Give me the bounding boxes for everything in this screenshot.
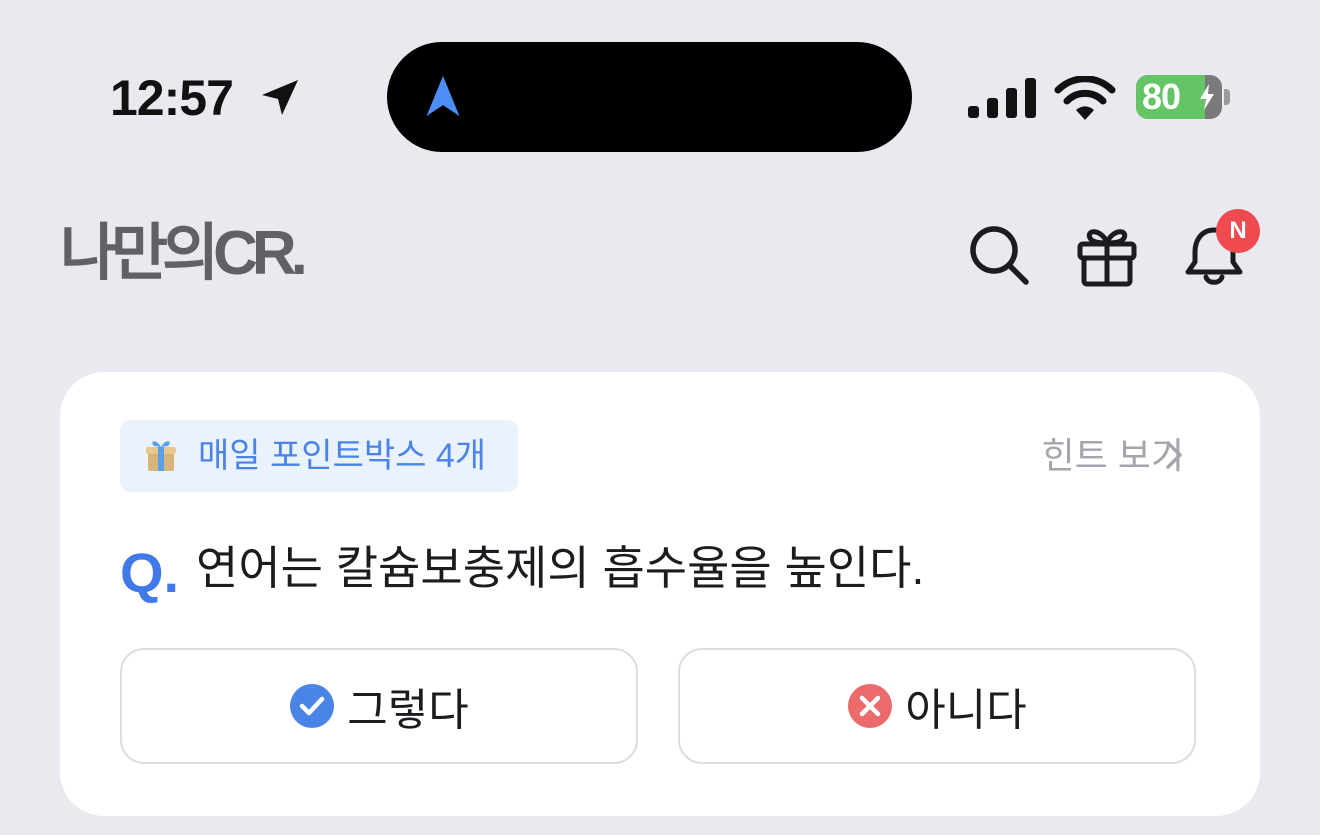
charging-bolt-icon	[1200, 84, 1214, 110]
check-circle-icon	[290, 684, 335, 728]
battery-level-text: 80	[1142, 76, 1181, 117]
answer-yes-label: 그렇다	[347, 686, 469, 735]
answer-no-label: 아니다	[905, 686, 1027, 735]
cellular-signal-icon	[968, 78, 1036, 118]
gift-icon[interactable]	[1074, 222, 1140, 288]
app-logo[interactable]: 나만의CR.	[60, 214, 308, 294]
x-circle-icon	[848, 684, 893, 728]
location-arrow-icon	[262, 80, 298, 115]
gift-box-icon	[146, 441, 176, 471]
daily-points-chip[interactable]: 매일 포인트박스 4개	[120, 420, 518, 492]
answer-yes-button[interactable]: 그렇다	[120, 648, 638, 764]
navigation-icon	[426, 75, 460, 117]
dynamic-island	[387, 42, 912, 152]
battery-icon: 80	[1136, 75, 1222, 119]
quiz-card: 매일 포인트박스 4개 힌트 보기 Q. 연어는 칼슘보충제의 흡수율을 높인다…	[60, 372, 1260, 816]
search-icon[interactable]	[966, 222, 1032, 288]
answer-no-button[interactable]: 아니다	[678, 648, 1196, 764]
wifi-icon	[1054, 76, 1116, 120]
daily-points-label: 매일 포인트박스 4개	[198, 437, 487, 475]
notification-badge: N	[1216, 209, 1260, 253]
battery-cap	[1224, 89, 1230, 105]
status-time: 12:57	[110, 70, 234, 126]
question-text: 연어는 칼슘보충제의 흡수율을 높인다.	[196, 542, 925, 594]
chevron-right-icon[interactable]	[1158, 440, 1188, 470]
question-prefix: Q.	[120, 541, 180, 604]
